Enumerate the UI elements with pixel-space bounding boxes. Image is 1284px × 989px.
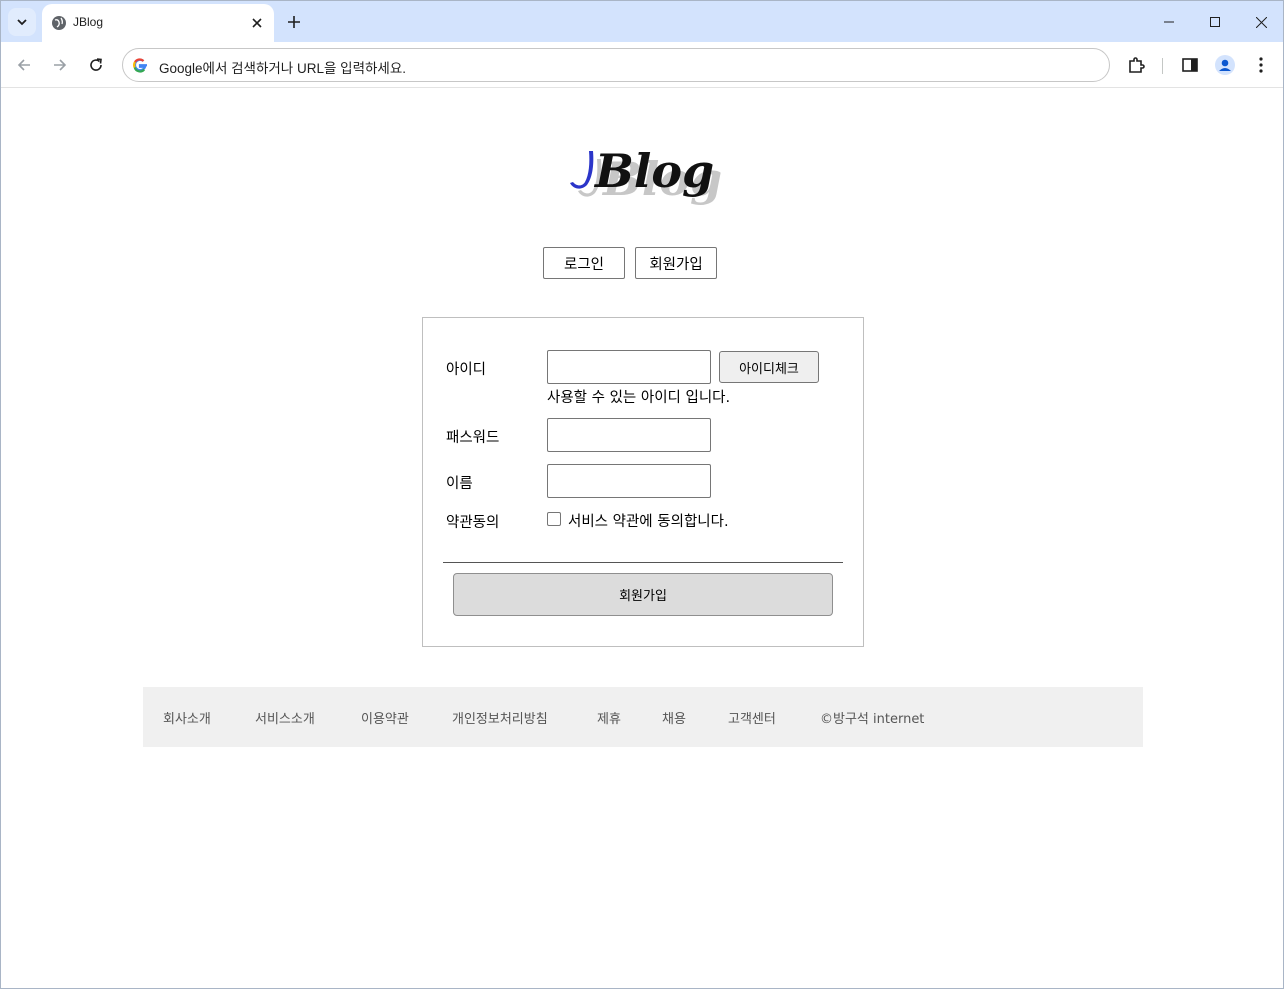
footer-link-terms[interactable]: 이용약관: [361, 708, 409, 727]
password-input[interactable]: [547, 418, 711, 452]
extensions-button[interactable]: [1122, 51, 1150, 79]
jblog-logo[interactable]: Blog Blog: [565, 145, 725, 241]
arrow-left-icon: [17, 59, 30, 71]
plus-icon: [288, 16, 300, 28]
id-input[interactable]: [547, 350, 711, 384]
reload-button[interactable]: [82, 51, 110, 79]
footer-link-privacy[interactable]: 개인정보처리방침: [452, 708, 548, 727]
side-panel-button[interactable]: [1176, 51, 1204, 79]
id-label: 아이디: [446, 362, 487, 378]
footer-link-partner[interactable]: 제휴: [597, 708, 621, 727]
agree-checkbox[interactable]: [547, 512, 561, 526]
maximize-icon: [1210, 17, 1220, 27]
google-icon: [133, 58, 147, 73]
close-icon: [252, 18, 262, 28]
svg-text:Blog: Blog: [593, 145, 714, 198]
join-submit-button[interactable]: 회원가입: [453, 573, 833, 616]
tab-search-button[interactable]: [8, 8, 36, 36]
footer-link-service[interactable]: 서비스소개: [255, 708, 315, 727]
footer: 회사소개 서비스소개 이용약관 개인정보처리방침 제휴 채용 고객센터 ©방구석…: [143, 687, 1143, 747]
agree-checkbox-label[interactable]: 서비스 약관에 동의합니다.: [568, 510, 729, 531]
new-tab-button[interactable]: [283, 11, 305, 33]
side-panel-icon: [1182, 58, 1198, 72]
footer-copyright: ©방구석 internet: [820, 712, 925, 727]
join-button[interactable]: 회원가입: [635, 247, 717, 279]
globe-icon: [52, 16, 66, 30]
window-close-button[interactable]: [1246, 8, 1276, 36]
toolbar-divider: [1162, 58, 1163, 74]
back-button[interactable]: [10, 51, 38, 79]
join-form: 아이디 아이디체크 사용할 수 있는 아이디 입니다. 패스워드 이름 약관동의…: [422, 317, 864, 647]
browser-tab-strip: JBlog: [1, 1, 1283, 42]
minimize-button[interactable]: [1154, 8, 1184, 36]
tab-close-button[interactable]: [247, 13, 267, 33]
minimize-icon: [1164, 21, 1174, 23]
footer-link-careers[interactable]: 채용: [662, 708, 686, 727]
arrow-right-icon: [54, 59, 67, 71]
login-button[interactable]: 로그인: [543, 247, 625, 279]
name-label: 이름: [446, 476, 473, 492]
close-icon: [1255, 16, 1267, 28]
profile-avatar-icon: [1215, 55, 1235, 75]
name-input[interactable]: [547, 464, 711, 498]
more-vert-icon: [1259, 57, 1263, 73]
reload-icon: [90, 58, 102, 71]
tab-title: JBlog: [73, 15, 104, 29]
forward-button[interactable]: [46, 51, 74, 79]
browser-tab-active[interactable]: JBlog: [42, 4, 274, 42]
maximize-button[interactable]: [1200, 8, 1230, 36]
footer-link-support[interactable]: 고객센터: [728, 708, 776, 727]
form-divider: [443, 562, 843, 563]
address-bar-placeholder: Google에서 검색하거나 URL을 입력하세요.: [159, 61, 407, 76]
profile-button[interactable]: [1211, 51, 1239, 79]
page-content: Blog Blog 로그인 회원가입 아이디 아이디체크 사용할 수 있는 아이…: [1, 89, 1283, 988]
agree-label: 약관동의: [446, 515, 500, 531]
password-label: 패스워드: [446, 430, 500, 446]
chevron-down-icon: [17, 19, 27, 26]
browser-menu-button[interactable]: [1247, 51, 1275, 79]
id-available-message: 사용할 수 있는 아이디 입니다.: [547, 390, 731, 406]
browser-toolbar: Google에서 검색하거나 URL을 입력하세요.: [1, 42, 1283, 88]
address-bar[interactable]: Google에서 검색하거나 URL을 입력하세요.: [122, 48, 1110, 82]
footer-link-company[interactable]: 회사소개: [163, 708, 211, 727]
puzzle-icon: [1129, 57, 1145, 73]
id-check-button[interactable]: 아이디체크: [719, 351, 819, 383]
